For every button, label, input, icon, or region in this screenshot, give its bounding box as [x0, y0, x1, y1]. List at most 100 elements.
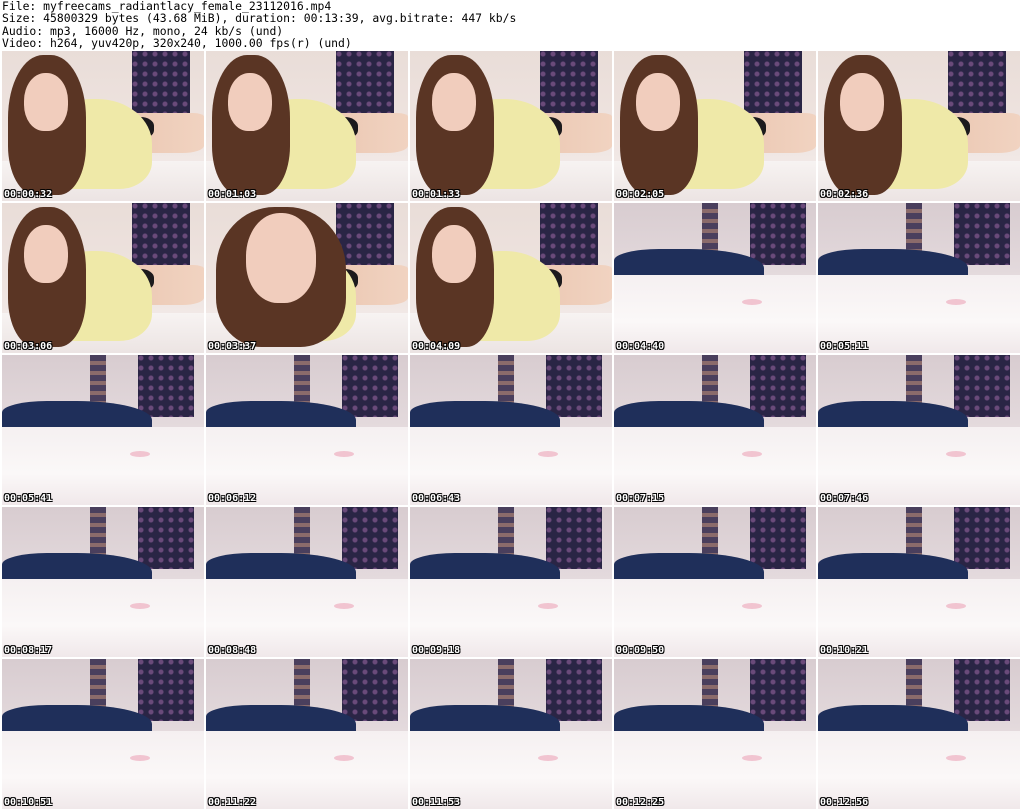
- sheet-mark: [946, 755, 966, 761]
- wall-hanging: [498, 659, 514, 707]
- face: [24, 73, 68, 131]
- video-thumbnail: 00:01:03: [206, 51, 408, 201]
- wall-hanging: [702, 203, 718, 251]
- curtain: [336, 203, 394, 265]
- wall-hanging: [906, 355, 922, 403]
- curtain: [138, 355, 194, 417]
- curtain: [750, 203, 806, 265]
- curtain: [750, 355, 806, 417]
- video-info-line: Video: h264, yuv420p, 320x240, 1000.00 f…: [2, 36, 352, 51]
- sheet-mark: [130, 603, 150, 609]
- thumbnail-timestamp: 00:05:41: [4, 493, 53, 504]
- video-thumbnail: 00:11:22: [206, 659, 408, 809]
- video-thumbnail: 00:04:09: [410, 203, 612, 353]
- face: [432, 73, 476, 131]
- video-thumbnail: 00:08:48: [206, 507, 408, 657]
- face: [636, 73, 680, 131]
- video-thumbnail: 00:03:37: [206, 203, 408, 353]
- video-thumbnail: 00:11:53: [410, 659, 612, 809]
- wall-hanging: [90, 507, 106, 555]
- sheet-mark: [130, 755, 150, 761]
- curtain: [138, 507, 194, 569]
- curtain: [138, 659, 194, 721]
- face: [228, 73, 272, 131]
- video-thumbnail: 00:08:17: [2, 507, 204, 657]
- curtain: [750, 507, 806, 569]
- curtain: [540, 203, 598, 265]
- wall-hanging: [906, 203, 922, 251]
- thumbnail-timestamp: 00:09:50: [616, 645, 665, 656]
- wall-hanging: [702, 507, 718, 555]
- video-thumbnail: 00:07:46: [818, 355, 1020, 505]
- wall-hanging: [294, 507, 310, 555]
- thumbnail-timestamp: 00:06:12: [208, 493, 257, 504]
- thumbnail-timestamp: 00:04:09: [412, 341, 461, 352]
- curtain: [954, 355, 1010, 417]
- face: [246, 213, 316, 303]
- video-thumbnail: 00:09:18: [410, 507, 612, 657]
- sheet-mark: [334, 603, 354, 609]
- sheet-mark: [946, 603, 966, 609]
- video-thumbnail: 00:02:36: [818, 51, 1020, 201]
- video-thumbnail: 00:04:40: [614, 203, 816, 353]
- curtain: [342, 355, 398, 417]
- thumbnail-timestamp: 00:00:32: [4, 189, 53, 200]
- thumbnail-timestamp: 00:02:36: [820, 189, 869, 200]
- video-thumbnail: 00:10:51: [2, 659, 204, 809]
- file-size-line: Size: 45800329 bytes (43.68 MiB), durati…: [2, 11, 517, 26]
- wall-hanging: [906, 659, 922, 707]
- thumbnail-grid: 00:00:32 00:01:03 00:01:33 00:02:05 00:02:36…: [2, 51, 1020, 809]
- face: [432, 225, 476, 283]
- curtain: [540, 51, 598, 113]
- curtain: [954, 507, 1010, 569]
- sheet-mark: [742, 603, 762, 609]
- thumbnail-timestamp: 00:05:11: [820, 341, 869, 352]
- video-thumbnail: 00:09:50: [614, 507, 816, 657]
- thumbnail-timestamp: 00:07:46: [820, 493, 869, 504]
- wall-hanging: [906, 507, 922, 555]
- curtain: [132, 203, 190, 265]
- curtain: [342, 659, 398, 721]
- wall-hanging: [702, 355, 718, 403]
- sheet-mark: [538, 755, 558, 761]
- face: [24, 225, 68, 283]
- wall-hanging: [294, 659, 310, 707]
- thumbnail-timestamp: 00:11:22: [208, 797, 257, 808]
- sheet-mark: [538, 451, 558, 457]
- thumbnail-timestamp: 00:10:21: [820, 645, 869, 656]
- wall-hanging: [294, 355, 310, 403]
- thumbnail-timestamp: 00:01:03: [208, 189, 257, 200]
- thumbnail-timestamp: 00:07:15: [616, 493, 665, 504]
- thumbnail-timestamp: 00:04:40: [616, 341, 665, 352]
- video-thumbnail: 00:05:11: [818, 203, 1020, 353]
- thumbnail-timestamp: 00:08:48: [208, 645, 257, 656]
- curtain: [546, 659, 602, 721]
- video-thumbnail: 00:12:56: [818, 659, 1020, 809]
- thumbnail-timestamp: 00:03:37: [208, 341, 257, 352]
- video-thumbnail: 00:06:12: [206, 355, 408, 505]
- video-thumbnail: 00:12:25: [614, 659, 816, 809]
- video-thumbnail: 00:07:15: [614, 355, 816, 505]
- file-info-header: File: myfreecams_radiantlacy_female_2311…: [2, 0, 516, 50]
- face: [840, 73, 884, 131]
- curtain: [336, 51, 394, 113]
- wall-hanging: [90, 659, 106, 707]
- thumbnail-timestamp: 00:09:18: [412, 645, 461, 656]
- thumbnail-timestamp: 00:02:05: [616, 189, 665, 200]
- sheet-mark: [334, 755, 354, 761]
- curtain: [750, 659, 806, 721]
- sheet-mark: [130, 451, 150, 457]
- sheet-mark: [334, 451, 354, 457]
- curtain: [342, 507, 398, 569]
- wall-hanging: [498, 355, 514, 403]
- video-thumbnail: 00:01:33: [410, 51, 612, 201]
- thumbnail-timestamp: 00:06:43: [412, 493, 461, 504]
- video-thumbnail: 00:00:32: [2, 51, 204, 201]
- sheet-mark: [742, 451, 762, 457]
- sheet-mark: [946, 451, 966, 457]
- sheet-mark: [742, 299, 762, 305]
- curtain: [948, 51, 1006, 113]
- thumbnail-timestamp: 00:12:56: [820, 797, 869, 808]
- thumbnail-timestamp: 00:12:25: [616, 797, 665, 808]
- sheet-mark: [946, 299, 966, 305]
